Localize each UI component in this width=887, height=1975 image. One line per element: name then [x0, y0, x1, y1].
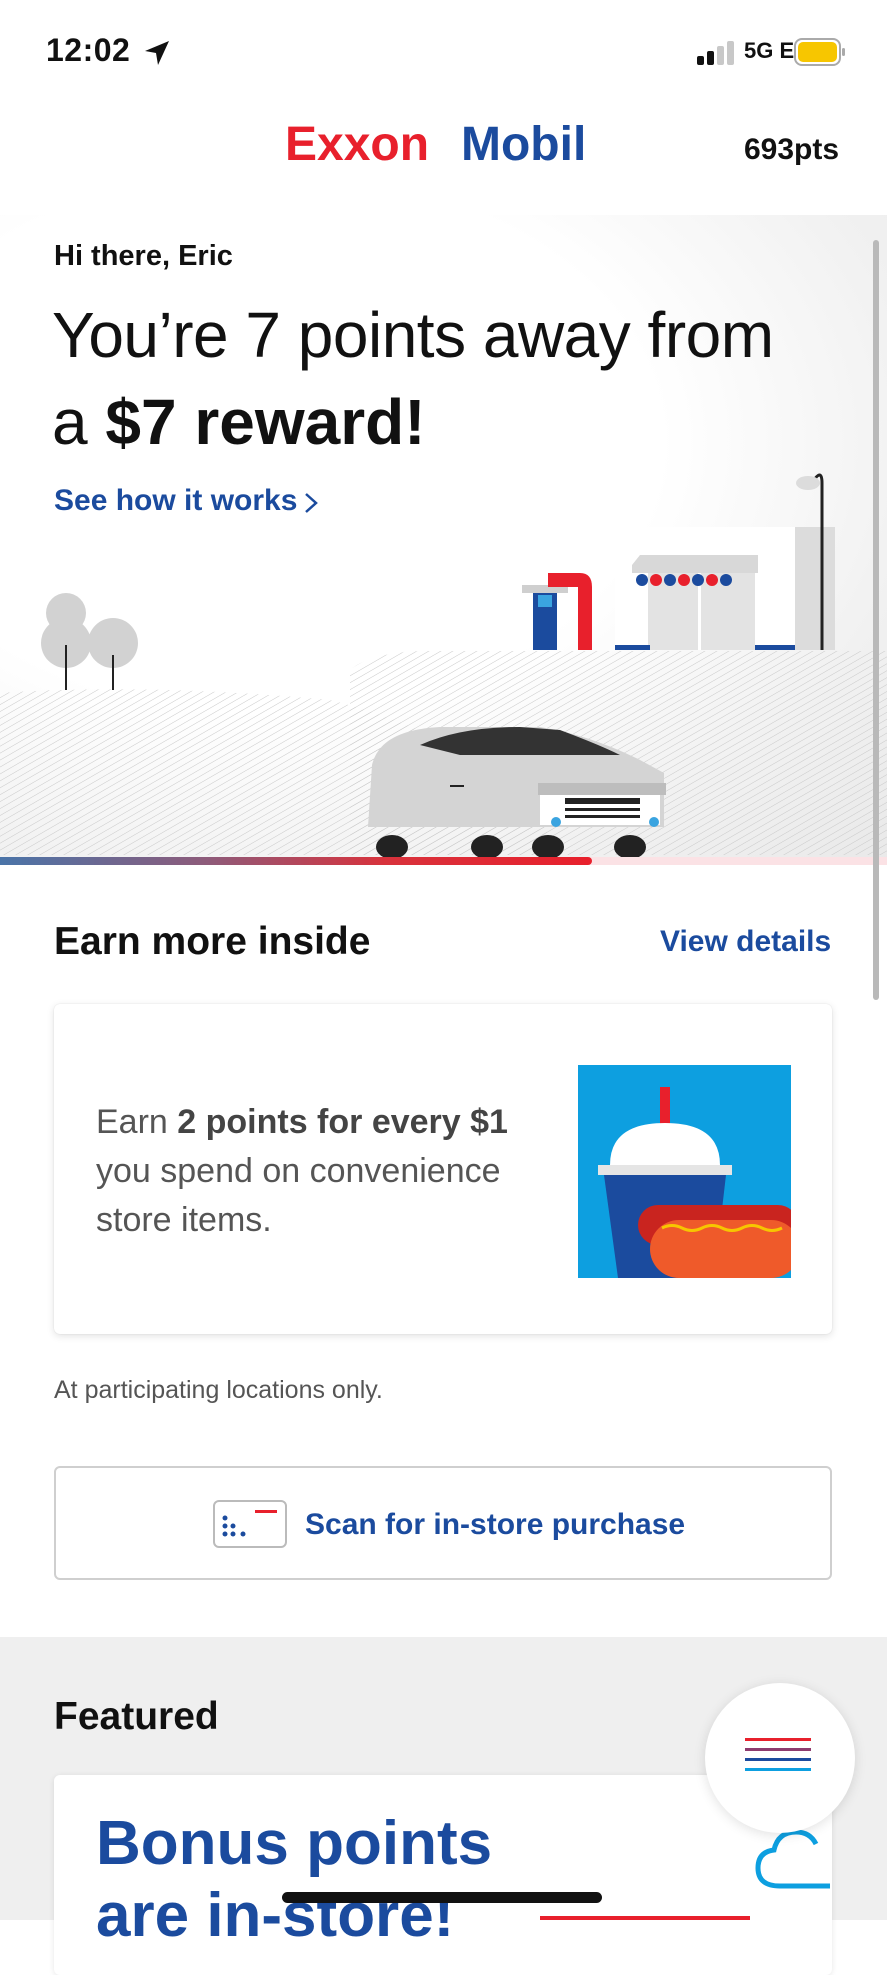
- status-time: 12:02: [46, 32, 131, 68]
- points-balance[interactable]: 693pts: [744, 133, 839, 167]
- participating-disclaimer: At participating locations only.: [54, 1376, 383, 1404]
- featured-card-title-line1: Bonus points: [96, 1809, 493, 1878]
- greeting-text: Hi there, Eric: [54, 240, 233, 272]
- menu-icon: [745, 1738, 811, 1771]
- earn-offer-text: Earn 2 points for every $1 you spend on …: [96, 1098, 566, 1245]
- earn-section-title: Earn more inside: [54, 920, 371, 963]
- featured-card-title: Bonus points are in-store!: [96, 1808, 656, 1952]
- reward-headline-line2: a $7 reward!: [52, 385, 426, 459]
- reward-headline-prefix: a: [52, 386, 106, 458]
- exxonmobil-logo: Exxon Mobil: [285, 118, 586, 171]
- signal-icon: [697, 41, 734, 65]
- points-progress-bar: [0, 857, 593, 865]
- reward-headline: You’re 7 points away from: [52, 299, 774, 371]
- view-details-link[interactable]: View details: [660, 925, 831, 959]
- home-indicator[interactable]: [282, 1892, 602, 1903]
- svg-text:Mobil: Mobil: [461, 118, 586, 171]
- earn-text-suffix: you spend on convenience store items.: [96, 1152, 501, 1239]
- chevron-right-icon: [305, 493, 318, 513]
- location-arrow-icon: [145, 41, 169, 65]
- drink-and-hotdog-icon: [578, 1065, 791, 1278]
- barcode-scan-icon: [213, 1500, 287, 1548]
- scan-button-label: Scan for in-store purchase: [305, 1508, 686, 1541]
- featured-title: Featured: [54, 1695, 219, 1738]
- scrollbar[interactable]: [873, 240, 879, 1000]
- reward-amount: $7 reward!: [105, 386, 426, 458]
- battery-icon: [794, 38, 845, 66]
- earn-text-prefix: Earn: [96, 1103, 178, 1141]
- earn-text-bold: 2 points for every $1: [177, 1103, 508, 1141]
- see-how-it-works-link[interactable]: See how it works: [54, 484, 297, 518]
- network-label: 5G E: [744, 38, 795, 63]
- featured-accent-bar: [540, 1916, 750, 1920]
- svg-text:Exxon: Exxon: [285, 118, 429, 171]
